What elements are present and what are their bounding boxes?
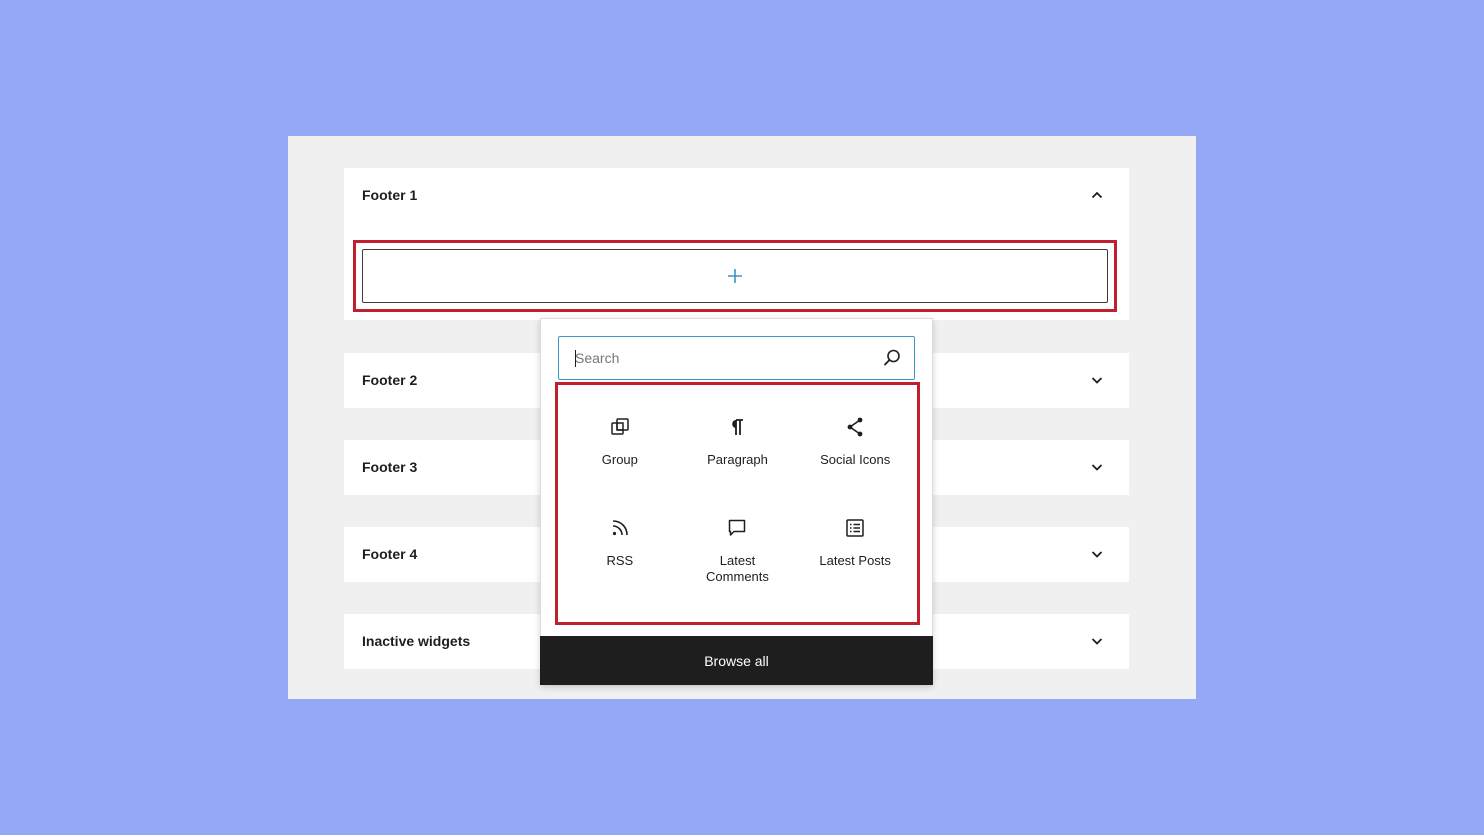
block-item-latest-comments[interactable]: Latest Comments [679,506,797,607]
widget-editor: Footer 1 Footer 2 Footer 3 Footer 4 Inac… [288,136,1196,699]
group-icon [611,418,629,435]
rss-icon [612,520,628,536]
text-caret [575,350,576,367]
block-item-paragraph[interactable]: Paragraph [679,405,797,506]
block-item-latest-posts[interactable]: Latest Posts [796,506,914,607]
browse-all-button[interactable]: Browse all [540,636,933,685]
block-inserter-popover: Group Paragraph Soci [540,318,933,685]
chevron-down-icon[interactable] [1089,372,1105,388]
block-label: Social Icons [820,452,891,467]
block-label: Latest Posts [819,553,891,568]
block-label: Group [601,452,638,467]
widget-area-title: Footer 2 [362,372,418,388]
add-block-button[interactable] [362,249,1108,303]
block-item-rss[interactable]: RSS [561,506,679,607]
block-label: RSS [606,553,634,568]
search-input[interactable] [559,337,882,379]
paragraph-icon [732,419,744,435]
plus-icon [728,269,742,283]
add-block-highlight [353,240,1117,312]
search-icon[interactable] [882,348,902,368]
block-list-highlight: Group Paragraph Social Icons RSS Latest … [555,382,920,625]
chevron-down-icon[interactable] [1089,546,1105,562]
chevron-up-icon[interactable] [1089,187,1105,203]
widget-area-title: Footer 4 [362,546,418,562]
widget-area-footer-1: Footer 1 [344,168,1129,320]
chevron-down-icon[interactable] [1089,633,1105,649]
search-field[interactable] [558,336,915,380]
comment-icon [729,519,746,536]
block-label: Paragraph [707,452,768,467]
share-icon [847,417,863,437]
widget-area-title: Footer 1 [362,187,418,203]
widget-area-header[interactable]: Footer 1 [344,168,1129,222]
block-item-group[interactable]: Group [561,405,679,506]
block-list: Group Paragraph Social Icons RSS Latest … [561,405,914,607]
widget-area-title: Inactive widgets [362,633,471,649]
widget-area-title: Footer 3 [362,459,418,475]
block-label: Latest Comments [706,553,769,584]
list-icon [846,519,864,537]
chevron-down-icon[interactable] [1089,459,1105,475]
block-item-social-icons[interactable]: Social Icons [796,405,914,506]
